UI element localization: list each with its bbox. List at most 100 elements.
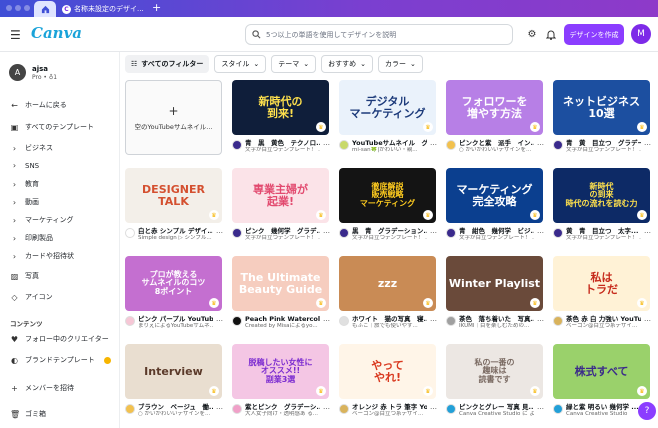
sidebar-item-cards[interactable]: › カードや招待状	[10, 251, 74, 261]
template-thumbnail[interactable]: 専業主婦が 起業! ♛	[232, 168, 329, 223]
template-thumbnail[interactable]: The Ultimate Beauty Guide ♛	[232, 256, 329, 311]
template-thumbnail[interactable]: DESIGNER TALK ♛	[125, 168, 222, 223]
home-tab[interactable]	[34, 1, 56, 17]
account-switcher[interactable]: A ajsa Pro • ♁1	[9, 64, 57, 81]
creator-avatar[interactable]	[446, 140, 456, 150]
creator-avatar[interactable]	[125, 316, 135, 326]
template-card[interactable]: 徹底解説 販売戦略 マーケティング ♛ 黒 青 グラデーション... 文字が目立つテン…	[339, 168, 437, 242]
more-options-icon[interactable]: …	[644, 139, 651, 147]
help-button[interactable]: ?	[638, 402, 656, 420]
template-card[interactable]: フォロワーを 増やす方法 ♛ ピンクと紫 派手 イン... ○ かいかわいいデザインを…	[446, 80, 544, 154]
template-card[interactable]: デジタル マーケティング ♛ YouTubeサムネイル グ...mi-san🍀|かわ…	[339, 80, 437, 154]
template-card[interactable]: マーケティング 完全攻略 ♛ 青 紺色 幾何学 ビジ... 文字が目立つテンプレート！…	[446, 168, 544, 242]
sidebar-item-print[interactable]: › 印刷製品	[10, 233, 53, 243]
brand-templates-link[interactable]: ◐ ブランドテンプレート	[10, 355, 111, 365]
creator-avatar[interactable]	[339, 228, 349, 238]
more-options-icon[interactable]: …	[537, 139, 544, 147]
settings-gear-icon[interactable]: ⚙	[526, 28, 538, 40]
more-options-icon[interactable]: …	[430, 315, 437, 323]
more-options-icon[interactable]: …	[323, 227, 330, 235]
template-card[interactable]: 私の一番の 趣味は 読書です ♛ ピンクとグレー 写真 見... Canva Crea…	[446, 344, 544, 418]
new-tab-button[interactable]: +	[152, 2, 161, 14]
template-thumbnail[interactable]: 徹底解説 販売戦略 マーケティング ♛	[339, 168, 436, 223]
trash-link[interactable]: 🗑 ゴミ箱	[10, 409, 46, 419]
sidebar-item-photos[interactable]: ▨ 写真	[10, 271, 39, 281]
creator-avatar[interactable]	[339, 316, 349, 326]
filter-style-dropdown[interactable]: スタイル ⌄	[214, 55, 267, 73]
filter-color-dropdown[interactable]: カラー ⌄	[378, 55, 423, 73]
creator-avatar[interactable]	[339, 140, 349, 150]
more-options-icon[interactable]: …	[323, 139, 330, 147]
sidebar-item-business[interactable]: › ビジネス	[10, 143, 53, 153]
creator-avatar[interactable]	[553, 228, 563, 238]
more-options-icon[interactable]: …	[323, 403, 330, 411]
user-avatar[interactable]: M	[631, 24, 651, 44]
more-options-icon[interactable]: …	[644, 315, 651, 323]
blank-template-card[interactable]: + 空のYouTubeサムネイル...	[125, 80, 222, 155]
template-thumbnail[interactable]: 脱稿したい女性に オススメ!! 副業3選 ♛	[232, 344, 329, 399]
more-options-icon[interactable]: …	[216, 403, 223, 411]
creator-avatar[interactable]	[553, 404, 563, 414]
creator-avatar[interactable]	[232, 140, 242, 150]
all-templates-link[interactable]: ▣ すべてのテンプレート	[10, 122, 94, 132]
filter-theme-dropdown[interactable]: テーマ ⌄	[271, 55, 317, 73]
more-options-icon[interactable]: …	[216, 227, 223, 235]
template-card[interactable]: 私は トラだ ♛ 茶色 赤 白 力強い YouTu...ベーコン@目立つ系デザイ..…	[553, 256, 651, 330]
template-card[interactable]: やって やれ! ♛ オレンジ 赤 トラ 筆字 Yo...ベーコン@目立つ系デザイ..…	[339, 344, 437, 418]
creator-avatar[interactable]	[553, 140, 563, 150]
create-design-button[interactable]: デザインを作成	[564, 24, 624, 45]
more-options-icon[interactable]: …	[537, 403, 544, 411]
creator-avatar[interactable]	[553, 316, 563, 326]
template-thumbnail[interactable]: フォロワーを 増やす方法 ♛	[446, 80, 543, 135]
template-card[interactable]: 新時代 の到来 時代の流れを読む力 ♛ 黄 青 目立つ 太字... 文字が目立つテンプ…	[553, 168, 651, 242]
template-card[interactable]: 新時代の 到来! ♛ 青 黒 黄色 テクノロ... 文字が目立つテンプレート！ ...…	[232, 80, 330, 154]
search-input[interactable]: 5つ以上の単語を使用してデザインを説明	[245, 24, 513, 45]
template-card[interactable]: プロが教える サムネイルのコツ 8ポイント ♛ ピンク パープル YouTub...…	[125, 256, 223, 330]
invite-members-button[interactable]: + メンバーを招待	[10, 383, 74, 393]
sidebar-item-icons[interactable]: ◇ アイコン	[10, 292, 52, 302]
template-thumbnail[interactable]: 私は トラだ ♛	[553, 256, 650, 311]
template-card[interactable]: Interview ♛ ブラウン ベージュ 働... ○ かいかわいいデザインを...…	[125, 344, 223, 418]
sidebar-item-marketing[interactable]: › マーケティング	[10, 215, 74, 225]
more-options-icon[interactable]: …	[216, 315, 223, 323]
more-options-icon[interactable]: …	[644, 227, 651, 235]
creator-avatar[interactable]	[339, 404, 349, 414]
template-thumbnail[interactable]: 私の一番の 趣味は 読書です ♛	[446, 344, 543, 399]
more-options-icon[interactable]: …	[430, 403, 437, 411]
more-options-icon[interactable]: …	[323, 315, 330, 323]
more-options-icon[interactable]: …	[537, 315, 544, 323]
canva-logo[interactable]: Canva	[31, 24, 82, 42]
sidebar-item-video[interactable]: › 動画	[10, 197, 39, 207]
template-thumbnail[interactable]: 株式すべて ♛	[553, 344, 650, 399]
creator-avatar[interactable]	[125, 228, 135, 238]
more-options-icon[interactable]: …	[537, 227, 544, 235]
more-options-icon[interactable]: …	[430, 227, 437, 235]
following-creators-link[interactable]: ♥ フォロー中のクリエイター	[10, 334, 109, 344]
template-thumbnail[interactable]: やって やれ! ♛	[339, 344, 436, 399]
template-card[interactable]: 脱稿したい女性に オススメ!! 副業3選 ♛ 紫とピンク グラデーシ... 大人女子向…	[232, 344, 330, 418]
creator-avatar[interactable]	[125, 404, 135, 414]
document-tab[interactable]: C 名称未設定のデザイ... ×	[58, 1, 146, 17]
template-card[interactable]: 株式すべて ♛ 緑と紫 明るい 幾何学 ... Canva Creative Stud…	[553, 344, 651, 418]
sidebar-item-education[interactable]: › 教育	[10, 179, 39, 189]
template-card[interactable]: Winter Playlist ♛ 茶色 落ち着いた 写真... IKUMI｜目を楽し…	[446, 256, 544, 330]
template-card[interactable]: 専業主婦が 起業! ♛ ピンク 幾何学 グラデ... 文字が目立つテンプレート！ ..…	[232, 168, 330, 242]
creator-avatar[interactable]	[446, 404, 456, 414]
template-thumbnail[interactable]: zzz ♛	[339, 256, 436, 311]
creator-avatar[interactable]	[446, 316, 456, 326]
template-thumbnail[interactable]: マーケティング 完全攻略 ♛	[446, 168, 543, 223]
all-filters-button[interactable]: ☷ すべてのフィルター	[125, 55, 210, 73]
back-home-link[interactable]: ← ホームに戻る	[10, 100, 67, 110]
template-thumbnail[interactable]: ネットビジネス 10選 ♛	[553, 80, 650, 135]
template-card[interactable]: DESIGNER TALK ♛ 白と赤 シンプル デザイ... Simple desi…	[125, 168, 223, 242]
template-thumbnail[interactable]: 新時代の 到来! ♛	[232, 80, 329, 135]
creator-avatar[interactable]	[232, 404, 242, 414]
template-thumbnail[interactable]: プロが教える サムネイルのコツ 8ポイント ♛	[125, 256, 222, 311]
template-thumbnail[interactable]: 新時代 の到来 時代の流れを読む力 ♛	[553, 168, 650, 223]
creator-avatar[interactable]	[232, 316, 242, 326]
blank-template-thumb[interactable]: + 空のYouTubeサムネイル...	[125, 80, 222, 155]
notification-bell-icon[interactable]	[545, 28, 557, 40]
window-controls[interactable]	[6, 5, 30, 11]
menu-icon[interactable]: ☰	[10, 29, 21, 41]
template-card[interactable]: zzz ♛ ホワイト 猫の写真 寝... もふこ｜旅でも使いやす...…	[339, 256, 437, 330]
